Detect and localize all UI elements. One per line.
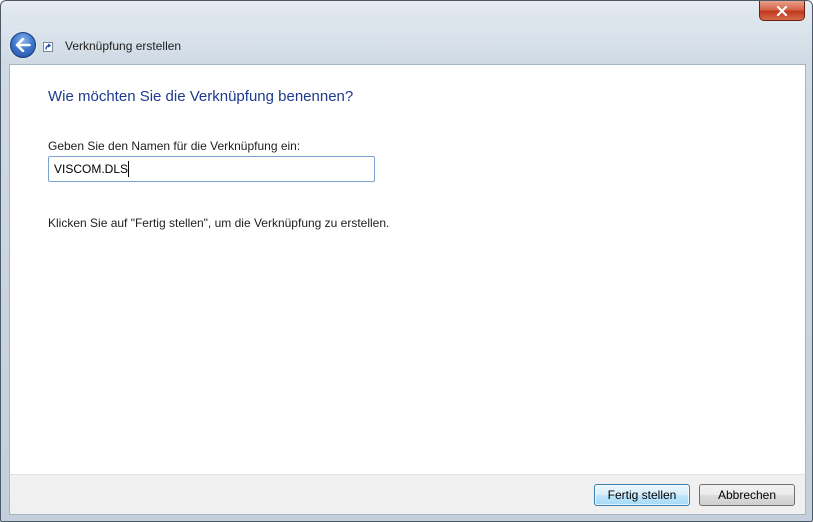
title-glass bbox=[1, 1, 812, 29]
close-icon bbox=[776, 5, 788, 16]
navigation-bar: Verknüpfung erstellen bbox=[1, 29, 812, 63]
cancel-button[interactable]: Abbrechen bbox=[699, 484, 795, 506]
wizard-footer: Fertig stellen Abbrechen bbox=[9, 474, 806, 515]
name-field-label: Geben Sie den Namen für die Verknüpfung … bbox=[48, 139, 301, 153]
wizard-content: Wie möchten Sie die Verknüpfung benennen… bbox=[9, 64, 806, 474]
close-button[interactable] bbox=[759, 1, 805, 21]
shortcut-name-input[interactable] bbox=[48, 156, 375, 182]
shortcut-wizard-window: Verknüpfung erstellen Wie möchten Sie di… bbox=[0, 0, 813, 522]
page-heading: Wie möchten Sie die Verknüpfung benennen… bbox=[48, 88, 354, 105]
back-button[interactable] bbox=[10, 32, 36, 58]
finish-button[interactable]: Fertig stellen bbox=[594, 484, 690, 506]
shortcut-icon bbox=[43, 42, 53, 52]
finish-hint: Klicken Sie auf "Fertig stellen", um die… bbox=[48, 216, 390, 230]
back-arrow-icon bbox=[15, 38, 31, 52]
window-title: Verknüpfung erstellen bbox=[65, 39, 182, 53]
text-caret bbox=[128, 161, 129, 177]
